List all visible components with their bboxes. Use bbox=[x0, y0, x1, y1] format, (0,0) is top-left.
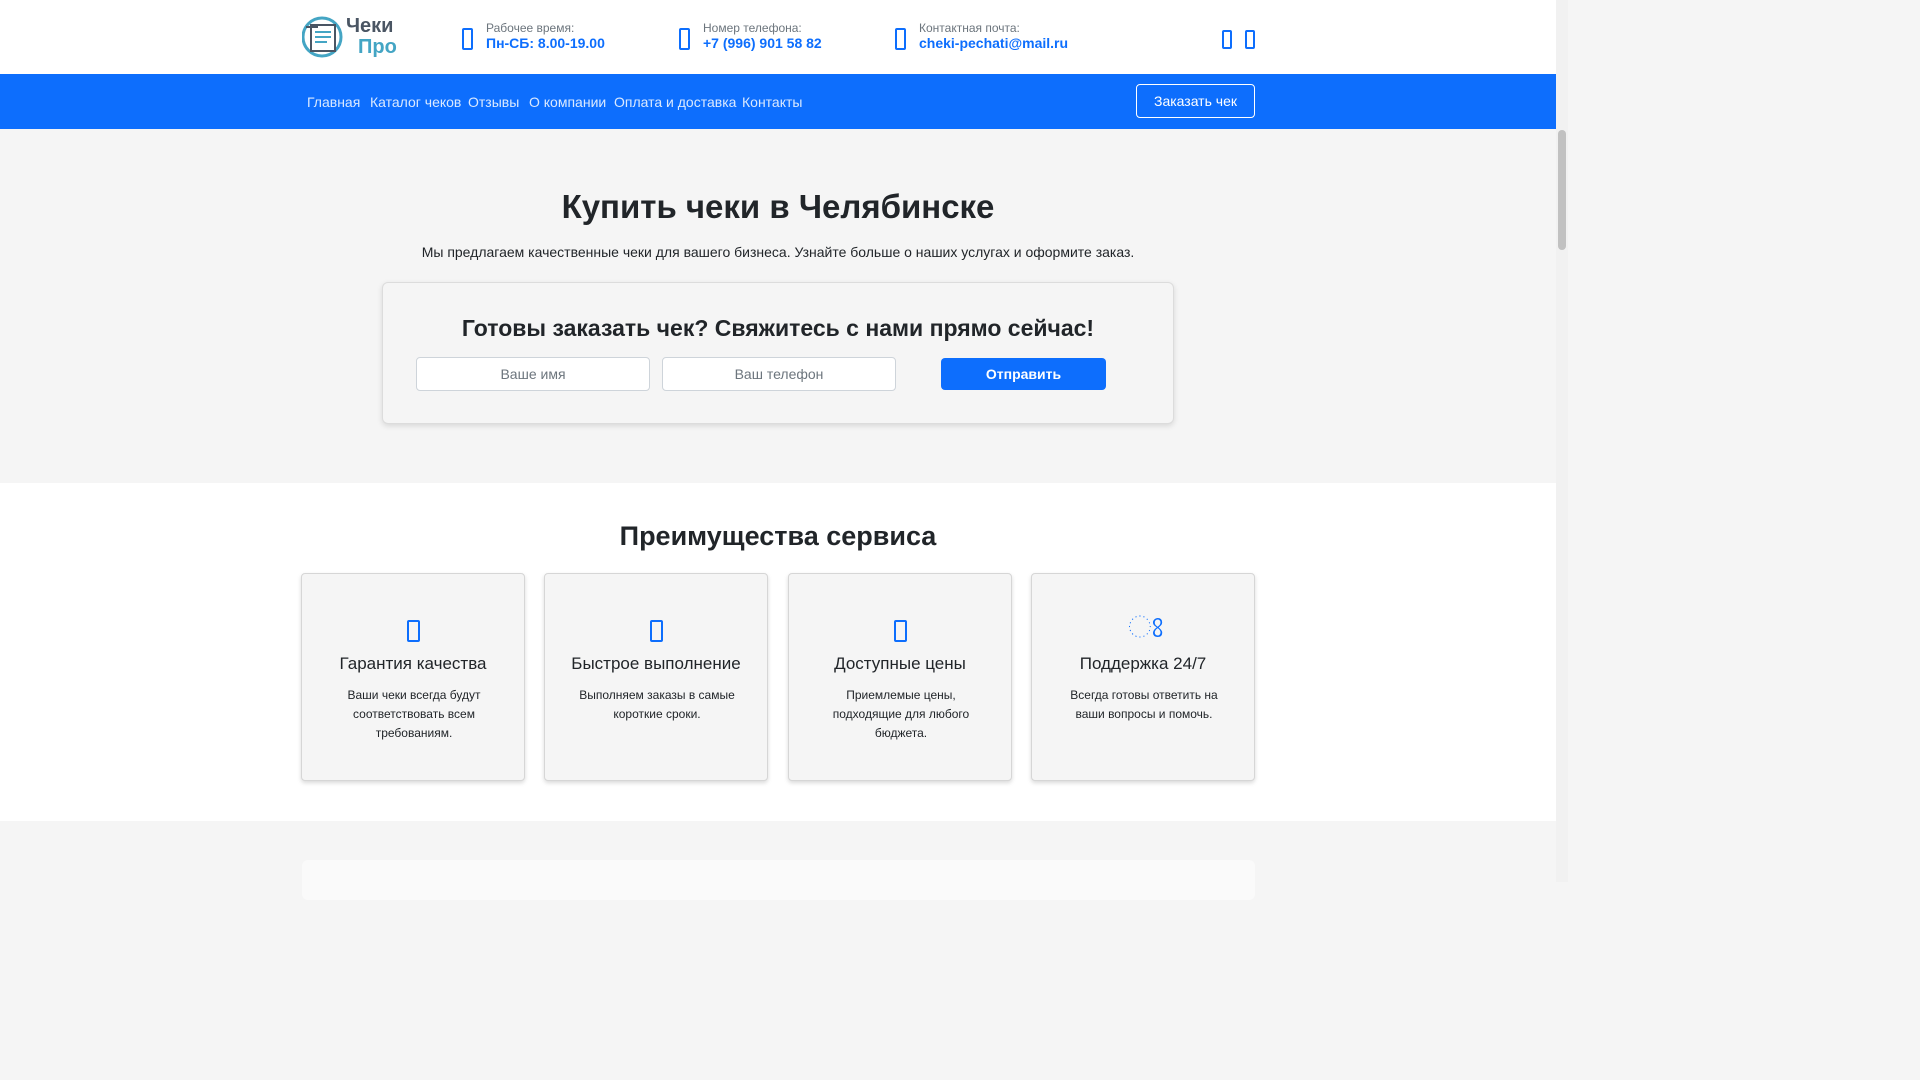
page-title: Купить чеки в Челябинске bbox=[561, 188, 995, 225]
nav-catalog[interactable]: Каталог чеков bbox=[370, 94, 461, 110]
email-label: Контактная почта: bbox=[919, 21, 1020, 35]
advantage-text: Ваши чеки всегда будут соответствовать в… bbox=[347, 688, 481, 740]
work-hours-value: Пн-СБ: 8.00-19.00 bbox=[486, 35, 605, 51]
bolt-icon bbox=[650, 620, 663, 642]
top-header: Чеки Про Рабочее время: Пн-СБ: 8.00-19.0… bbox=[0, 0, 1556, 74]
advantage-title: Поддержка 24/7 bbox=[1079, 654, 1207, 673]
mail-icon bbox=[895, 28, 906, 50]
telegram-icon[interactable] bbox=[1245, 30, 1255, 49]
phone-icon bbox=[679, 28, 690, 50]
logo[interactable]: Чеки Про bbox=[302, 15, 406, 59]
advantage-title: Быстрое выполнение bbox=[571, 654, 741, 673]
advantage-card: Быстрое выполнение Выполняем заказы в са… bbox=[544, 573, 768, 781]
order-form-title: Готовы заказать чек? Свяжитесь с нами пр… bbox=[461, 315, 1095, 341]
nav-about[interactable]: О компании bbox=[529, 94, 606, 110]
headset-icon: ଃ bbox=[1128, 611, 1164, 644]
advantage-card: Гарантия качества Ваши чеки всегда будут… bbox=[301, 573, 525, 781]
logo-icon bbox=[302, 16, 343, 58]
logo-line1: Чеки bbox=[346, 15, 394, 37]
page-scrollbar[interactable] bbox=[1556, 0, 1568, 882]
whatsapp-icon[interactable] bbox=[1222, 30, 1232, 49]
nav-contacts[interactable]: Контакты bbox=[742, 94, 802, 110]
advantage-card: Доступные цены Приемлемые цены, подходящ… bbox=[788, 573, 1012, 781]
advantage-text: Всегда готовы ответить на ваши вопросы и… bbox=[1070, 688, 1218, 721]
advantage-text: Выполняем заказы в самые короткие сроки. bbox=[579, 688, 735, 721]
nav-home[interactable]: Главная bbox=[307, 94, 360, 110]
advantage-title: Доступные цены bbox=[834, 654, 966, 673]
wallet-icon bbox=[894, 620, 907, 642]
logo-line2: Про bbox=[358, 36, 397, 58]
order-form: Готовы заказать чек? Свяжитесь с нами пр… bbox=[382, 282, 1174, 424]
advantage-text: Приемлемые цены, подходящие для любого б… bbox=[832, 688, 970, 740]
phone-label: Номер телефона: bbox=[703, 21, 802, 35]
phone-input[interactable] bbox=[662, 357, 896, 391]
order-check-button[interactable]: Заказать чек bbox=[1136, 84, 1255, 118]
advantages-section: Преимущества сервиса Гарантия качества В… bbox=[0, 483, 1556, 821]
phone-link[interactable]: +7 (996) 901 58 82 bbox=[703, 35, 822, 51]
hero-subtitle: Мы предлагаем качественные чеки для ваше… bbox=[421, 244, 1135, 260]
submit-button[interactable]: Отправить bbox=[941, 358, 1106, 390]
nav-payment-delivery[interactable]: Оплата и доставка bbox=[614, 94, 736, 110]
name-input[interactable] bbox=[416, 357, 650, 391]
email-link[interactable]: cheki-pechati@mail.ru bbox=[919, 35, 1068, 51]
nav-reviews[interactable]: Отзывы bbox=[468, 94, 519, 110]
scrollbar-thumb[interactable] bbox=[1558, 130, 1566, 250]
work-hours-label: Рабочее время: bbox=[486, 21, 575, 35]
shield-icon bbox=[407, 620, 420, 642]
clock-icon bbox=[462, 28, 473, 50]
advantage-card: ଃ Поддержка 24/7 Всегда готовы ответить … bbox=[1031, 573, 1255, 781]
advantages-title: Преимущества сервиса bbox=[619, 521, 937, 551]
main-nav: Главная Каталог чеков Отзывы О компании … bbox=[0, 74, 1556, 129]
logo-text: Чеки Про bbox=[346, 16, 397, 58]
next-section-card bbox=[302, 860, 1255, 900]
advantage-title: Гарантия качества bbox=[339, 654, 487, 673]
